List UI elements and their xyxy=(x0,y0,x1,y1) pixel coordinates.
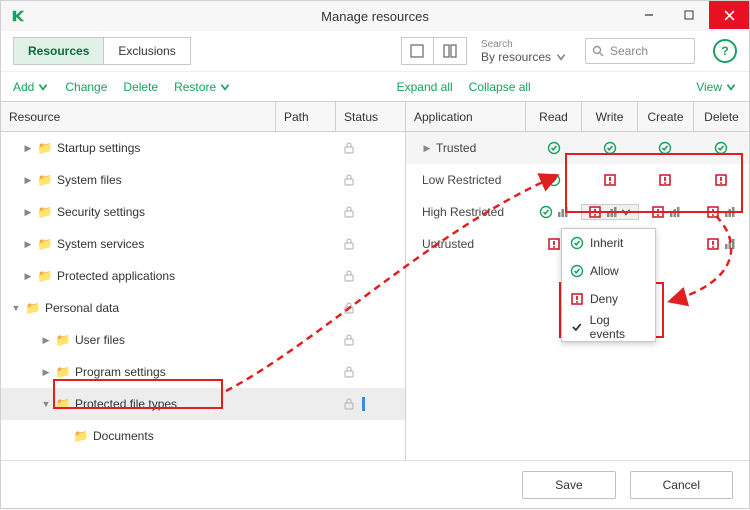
perm-low-delete[interactable] xyxy=(693,173,749,187)
search-scope-dropdown[interactable]: By resources xyxy=(481,50,567,64)
deny-icon xyxy=(570,292,584,306)
tree-node-program-settings[interactable]: ▶📁Program settings xyxy=(1,356,405,388)
tree-node-system-files[interactable]: ▶📁System files xyxy=(1,164,405,196)
allow-icon xyxy=(570,236,584,250)
perm-untrusted-delete[interactable] xyxy=(693,237,749,251)
collapse-all-button[interactable]: Collapse all xyxy=(469,80,531,94)
app-logo-icon xyxy=(11,9,25,23)
maximize-button[interactable] xyxy=(669,1,709,29)
perm-high-create[interactable] xyxy=(639,205,694,219)
header-write[interactable]: Write xyxy=(582,102,638,131)
perm-low-read[interactable] xyxy=(526,173,582,187)
action-bar: Add Change Delete Restore Expand all Col… xyxy=(1,71,749,101)
resource-tree[interactable]: ▶📁Startup settings ▶📁System files ▶📁Secu… xyxy=(1,132,405,460)
save-button[interactable]: Save xyxy=(522,471,615,499)
close-button[interactable] xyxy=(709,1,749,29)
chevron-down-icon xyxy=(219,81,231,93)
titlebar: Manage resources xyxy=(1,1,749,31)
header-resource[interactable]: Resource xyxy=(1,102,276,131)
restore-button[interactable]: Restore xyxy=(174,80,231,94)
add-button[interactable]: Add xyxy=(13,80,49,94)
log-icon xyxy=(555,205,569,219)
tree-node-security-settings[interactable]: ▶📁Security settings xyxy=(1,196,405,228)
tree-node-documents[interactable]: 📁Documents xyxy=(1,420,405,452)
option-deny[interactable]: Deny xyxy=(562,285,655,313)
option-inherit[interactable]: Inherit xyxy=(562,229,655,257)
perm-low-write[interactable] xyxy=(582,173,638,187)
allow-icon xyxy=(547,141,561,155)
perm-high-delete[interactable] xyxy=(694,205,749,219)
permission-dropdown[interactable]: Inherit Allow Deny Log events xyxy=(561,228,656,342)
tree-node-protected-applications[interactable]: ▶📁Protected applications xyxy=(1,260,405,292)
tree-node-protected-file-types[interactable]: ▼📁Protected file types xyxy=(1,388,405,420)
tree-node-system-services[interactable]: ▶📁System services xyxy=(1,228,405,260)
top-toolbar: Resources Exclusions Search By resources… xyxy=(1,31,749,71)
tab-exclusions[interactable]: Exclusions xyxy=(104,38,189,64)
deny-icon xyxy=(603,173,617,187)
perm-trusted-create[interactable] xyxy=(638,141,694,155)
option-log-events[interactable]: Log events xyxy=(562,313,655,341)
header-status[interactable]: Status xyxy=(336,102,405,131)
perm-high-write[interactable] xyxy=(581,204,638,220)
perm-high-read[interactable] xyxy=(526,205,581,219)
chevron-down-icon xyxy=(37,81,49,93)
resource-tree-panel: Resource Path Status ▶📁Startup settings … xyxy=(1,102,406,460)
header-delete[interactable]: Delete xyxy=(694,102,749,131)
search-icon xyxy=(592,45,604,57)
layout-single-icon[interactable] xyxy=(402,38,434,64)
option-allow[interactable]: Allow xyxy=(562,257,655,285)
search-input[interactable]: Search xyxy=(585,38,695,64)
minimize-button[interactable] xyxy=(629,1,669,29)
main-tabs: Resources Exclusions xyxy=(13,37,191,65)
chevron-down-icon xyxy=(555,51,567,63)
check-icon xyxy=(570,320,584,334)
app-row-high-restricted[interactable]: High Restricted xyxy=(406,196,749,228)
header-create[interactable]: Create xyxy=(638,102,694,131)
tree-node-personal-data[interactable]: ▼📁Personal data xyxy=(1,292,405,324)
lock-icon xyxy=(342,141,356,155)
view-button[interactable]: View xyxy=(696,80,737,94)
change-button[interactable]: Change xyxy=(65,80,107,94)
expand-all-button[interactable]: Expand all xyxy=(397,80,453,94)
delete-button[interactable]: Delete xyxy=(123,80,158,94)
layout-split-icon[interactable] xyxy=(434,38,466,64)
search-scope-label: Search xyxy=(481,39,567,50)
perm-trusted-write[interactable] xyxy=(582,141,638,155)
folder-icon: 📁 xyxy=(37,141,53,155)
app-row-trusted[interactable]: ▶Trusted xyxy=(406,132,749,164)
chevron-right-icon: ▶ xyxy=(23,143,33,154)
header-application[interactable]: Application xyxy=(406,102,526,131)
search-placeholder: Search xyxy=(610,44,648,58)
chevron-down-icon xyxy=(620,206,632,218)
chevron-right-icon: ▶ xyxy=(422,143,432,154)
perm-low-create[interactable] xyxy=(638,173,694,187)
header-path[interactable]: Path xyxy=(276,102,336,131)
tree-node-user-files[interactable]: ▶📁User files xyxy=(1,324,405,356)
cancel-button[interactable]: Cancel xyxy=(630,471,733,499)
perm-trusted-delete[interactable] xyxy=(693,141,749,155)
tree-node-startup-settings[interactable]: ▶📁Startup settings xyxy=(1,132,405,164)
app-row-low-restricted[interactable]: Low Restricted xyxy=(406,164,749,196)
help-button[interactable]: ? xyxy=(713,39,737,63)
dialog-buttons: Save Cancel xyxy=(1,460,749,508)
chevron-down-icon xyxy=(725,81,737,93)
permissions-panel: Application Read Write Create Delete ▶Tr… xyxy=(406,102,749,460)
status-bar-icon xyxy=(362,397,365,411)
perm-trusted-read[interactable] xyxy=(526,141,582,155)
layout-toggle xyxy=(401,37,467,65)
header-read[interactable]: Read xyxy=(526,102,582,131)
tab-resources[interactable]: Resources xyxy=(14,38,104,64)
